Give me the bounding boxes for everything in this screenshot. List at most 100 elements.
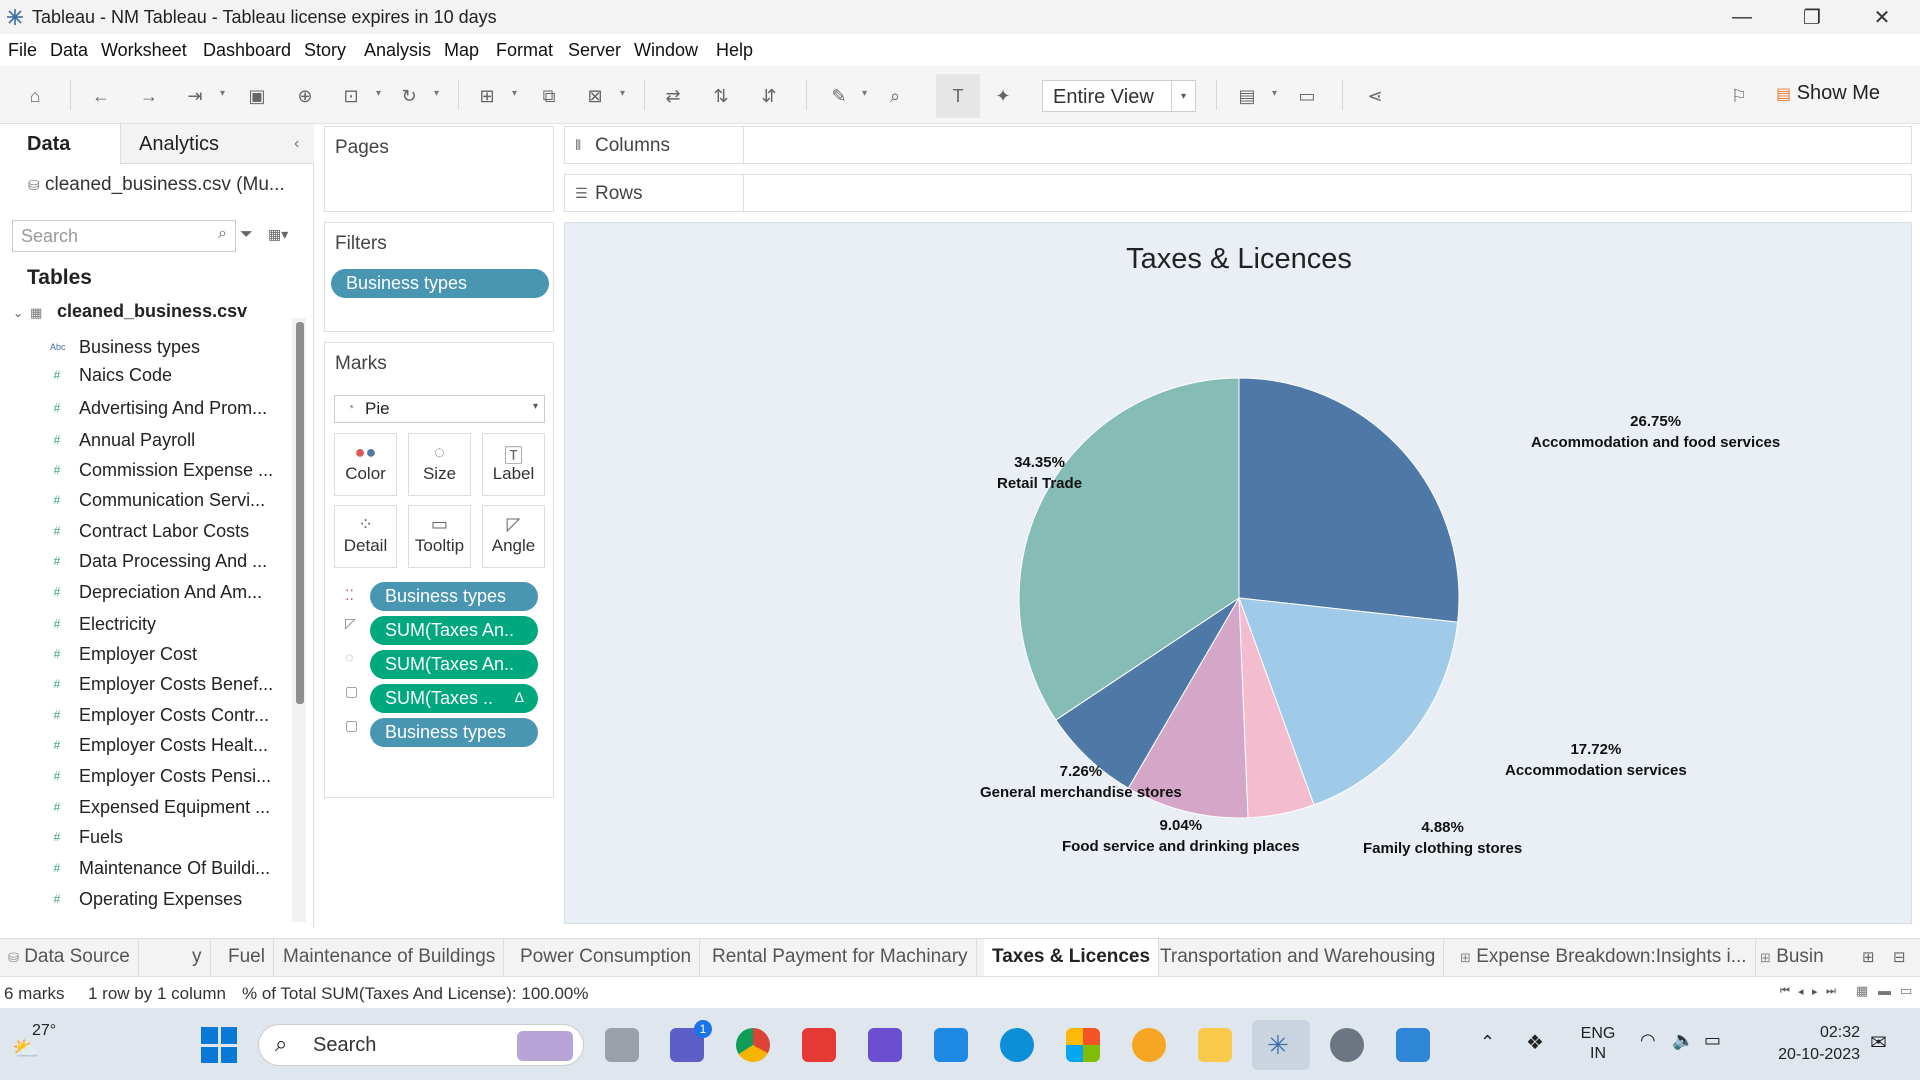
- format-painter-icon[interactable]: ⚐: [1726, 83, 1752, 109]
- field-item[interactable]: # Employer Costs Healt...: [0, 731, 290, 761]
- last-sheet-icon[interactable]: ⏭: [1826, 985, 1836, 998]
- marks-pill-business-types-label[interactable]: Business types: [370, 718, 538, 747]
- tooltip-button[interactable]: ▭ Tooltip: [408, 505, 471, 568]
- table-name[interactable]: cleaned_business.csv: [57, 301, 247, 322]
- home-icon[interactable]: ⌂: [22, 83, 48, 109]
- tab-data[interactable]: Data: [0, 124, 120, 164]
- prev-sheet-icon[interactable]: ◂: [1798, 985, 1804, 998]
- fit-dropdown[interactable]: Entire View ▾: [1042, 80, 1196, 112]
- tab-data-source[interactable]: ⛁ Data Source: [0, 939, 139, 977]
- filters-card[interactable]: Filters Business types: [324, 222, 554, 332]
- tab-dashboard-business[interactable]: ⊞ Busin: [1752, 939, 1832, 977]
- menu-story[interactable]: Story: [304, 40, 346, 61]
- field-item[interactable]: # Operating Expenses: [0, 885, 290, 915]
- replay-dropdown-icon[interactable]: ▾: [220, 88, 225, 99]
- show-cards-dropdown-icon[interactable]: ▾: [1272, 88, 1277, 99]
- columns-shelf[interactable]: ⦀ Columns: [564, 126, 1912, 164]
- scrollbar-thumb[interactable]: [296, 322, 304, 704]
- show-mark-labels-icon[interactable]: T: [936, 74, 980, 118]
- new-worksheet-icon[interactable]: ⊞: [474, 83, 500, 109]
- edge-icon[interactable]: [1000, 1028, 1034, 1062]
- field-item[interactable]: # Data Processing And ...: [0, 547, 290, 577]
- restore-button[interactable]: ❐: [1782, 0, 1842, 34]
- wifi-icon[interactable]: ◠: [1640, 1030, 1656, 1051]
- tab-analytics[interactable]: Analytics: [120, 124, 314, 164]
- sort-ascending-icon[interactable]: ⇅: [708, 83, 734, 109]
- refresh-dropdown-icon[interactable]: ▾: [434, 88, 439, 99]
- tabs-view-icon[interactable]: ▭: [1900, 983, 1912, 999]
- field-item[interactable]: Abc Business types: [0, 333, 290, 363]
- view-options-icon[interactable]: ▦▾: [268, 226, 288, 243]
- field-item[interactable]: # Employer Costs Contr...: [0, 701, 290, 731]
- detail-button[interactable]: ⁘ Detail: [334, 505, 397, 568]
- weather-widget[interactable]: ⛅ 27°: [12, 1022, 72, 1066]
- pie-slice[interactable]: [1238, 377, 1460, 623]
- language-indicator[interactable]: ENG IN: [1578, 1024, 1618, 1064]
- filter-icon[interactable]: ⏷: [240, 226, 253, 244]
- share-icon[interactable]: ⋖: [1362, 83, 1388, 109]
- fix-axes-icon[interactable]: ✦: [990, 83, 1016, 109]
- mail-icon[interactable]: [934, 1028, 968, 1062]
- field-item[interactable]: # Commission Expense ...: [0, 456, 290, 486]
- mark-type-dropdown[interactable]: ◔ Pie ▾: [334, 395, 545, 423]
- show-me-button[interactable]: ▤ Show Me: [1776, 82, 1880, 105]
- menu-file[interactable]: File: [8, 40, 37, 61]
- search-input[interactable]: Search ⌕: [12, 220, 236, 252]
- menu-help[interactable]: Help: [716, 40, 753, 61]
- menu-map[interactable]: Map: [444, 40, 479, 61]
- presentation-mode-icon[interactable]: ▭: [1294, 83, 1320, 109]
- notifications-icon[interactable]: ✉: [1870, 1030, 1887, 1055]
- new-worksheet-dropdown-icon[interactable]: ▾: [512, 88, 517, 99]
- save-icon[interactable]: ▣: [244, 83, 270, 109]
- settings-icon[interactable]: [1330, 1028, 1364, 1062]
- vpn-icon[interactable]: [1132, 1028, 1166, 1062]
- new-worksheet-tab-icon[interactable]: ⊞: [1862, 948, 1875, 966]
- marks-pill-sum-taxes-size[interactable]: SUM(Taxes An..: [370, 650, 538, 679]
- pause-dropdown-icon[interactable]: ▾: [376, 88, 381, 99]
- filter-pill-business-types[interactable]: Business types: [331, 269, 549, 298]
- highlight-icon[interactable]: ✎: [826, 83, 852, 109]
- tab-sheet-rental[interactable]: Rental Payment for Machinary: [704, 939, 977, 977]
- sheet-sorter-icon[interactable]: ▬: [1878, 983, 1891, 998]
- menu-window[interactable]: Window: [634, 40, 698, 61]
- new-datasource-icon[interactable]: ⊕: [292, 83, 318, 109]
- store-icon[interactable]: [1066, 1028, 1100, 1062]
- field-item[interactable]: # Maintenance Of Buildi...: [0, 854, 290, 884]
- field-item[interactable]: # Depreciation And Am...: [0, 578, 290, 608]
- taskbar-search[interactable]: ⌕ Search: [258, 1024, 584, 1066]
- collapse-pane-icon[interactable]: ‹: [294, 135, 299, 153]
- field-item[interactable]: # Communication Servi...: [0, 486, 290, 516]
- clear-dropdown-icon[interactable]: ▾: [620, 88, 625, 99]
- field-item[interactable]: # Expensed Equipment ...: [0, 793, 290, 823]
- undo-icon[interactable]: ←: [88, 83, 114, 109]
- pages-card[interactable]: Pages: [324, 126, 554, 212]
- sort-descending-icon[interactable]: ⇵: [756, 83, 782, 109]
- field-item[interactable]: # Employer Cost: [0, 640, 290, 670]
- chrome-icon[interactable]: [736, 1028, 770, 1062]
- photos-icon[interactable]: [1396, 1028, 1430, 1062]
- marks-pill-sum-taxes-label[interactable]: SUM(Taxes .. Δ: [370, 684, 538, 713]
- chat-icon[interactable]: 1: [670, 1020, 712, 1062]
- menu-dashboard[interactable]: Dashboard: [203, 40, 291, 61]
- file-explorer-icon[interactable]: [1198, 1028, 1232, 1062]
- marks-pill-sum-taxes-angle[interactable]: SUM(Taxes An..: [370, 616, 538, 645]
- menu-server[interactable]: Server: [568, 40, 621, 61]
- menu-worksheet[interactable]: Worksheet: [101, 40, 187, 61]
- refresh-icon[interactable]: ↻: [396, 83, 422, 109]
- field-item[interactable]: # Employer Costs Pensi...: [0, 762, 290, 792]
- battery-icon[interactable]: ▭: [1704, 1030, 1721, 1051]
- tab-sheet-power[interactable]: Power Consumption: [512, 939, 701, 977]
- marks-pill-business-types-color[interactable]: Business types: [370, 582, 538, 611]
- volume-icon[interactable]: 🔈: [1672, 1030, 1694, 1051]
- close-button[interactable]: ✕: [1852, 0, 1912, 34]
- highlight-dropdown-icon[interactable]: ▾: [862, 88, 867, 99]
- dropbox-icon[interactable]: ❖: [1526, 1030, 1544, 1055]
- viz-canvas[interactable]: Taxes & Licences 26.75% Accommodation and…: [564, 222, 1912, 924]
- minimize-button[interactable]: —: [1712, 0, 1772, 34]
- duplicate-icon[interactable]: ⧉: [536, 83, 562, 109]
- field-item[interactable]: # Employer Costs Benef...: [0, 670, 290, 700]
- tableau-taskbar-icon[interactable]: ✳: [1252, 1020, 1310, 1070]
- field-item[interactable]: # Contract Labor Costs: [0, 517, 290, 547]
- task-view-icon[interactable]: [605, 1028, 639, 1062]
- angle-button[interactable]: ◸ Angle: [482, 505, 545, 568]
